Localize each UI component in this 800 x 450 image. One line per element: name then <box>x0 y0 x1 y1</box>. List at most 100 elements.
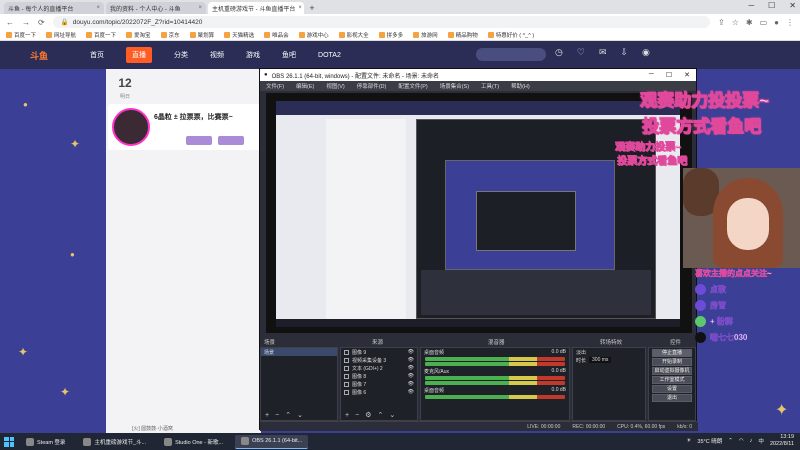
visibility-icon[interactable]: 👁 <box>408 365 417 371</box>
transition-select[interactable]: 淡出 <box>573 348 645 356</box>
card-action-button[interactable] <box>218 136 244 145</box>
duration-input[interactable]: 300 ms <box>589 357 612 363</box>
browser-tab-1[interactable]: 斗鱼 - 每个人的直播平台 × <box>4 2 104 14</box>
sidebar-icon[interactable]: ▭ <box>760 18 768 27</box>
maximize-icon[interactable]: ☐ <box>666 71 672 79</box>
up-icon[interactable]: ⌃ <box>285 411 291 419</box>
obs-control-button[interactable]: 停止直播 <box>652 349 692 357</box>
volume-icon[interactable]: ♪ <box>750 438 753 444</box>
extensions-icon[interactable]: ✱ <box>746 18 753 27</box>
weather-icon[interactable]: ☀ <box>686 438 691 444</box>
obs-control-button[interactable]: 开始录制 <box>652 358 692 366</box>
close-icon[interactable]: × <box>298 5 302 11</box>
obs-preview[interactable] <box>266 93 692 333</box>
obs-menu-item[interactable]: 视图(V) <box>326 82 344 90</box>
source-item[interactable]: 图像 8 👁 <box>341 372 417 380</box>
history-icon[interactable]: ◷ <box>555 47 563 58</box>
reload-icon[interactable]: ⟳ <box>38 18 45 27</box>
bookmark-item[interactable]: 游戏中心 <box>298 31 329 39</box>
back-icon[interactable]: ← <box>6 18 14 27</box>
nav-item[interactable]: 视频 <box>210 50 224 60</box>
bookmark-item[interactable]: 精品购物 <box>447 31 478 39</box>
maximize-icon[interactable]: ☐ <box>768 1 775 10</box>
taskbar-app[interactable]: 主机重磅游戏节_斗... <box>77 435 152 449</box>
bookmark-item[interactable]: 京东 <box>160 31 180 39</box>
remove-icon[interactable]: − <box>355 412 359 419</box>
obs-menu-item[interactable]: 工具(T) <box>481 82 499 90</box>
message-icon[interactable]: ✉ <box>599 47 607 58</box>
star-icon[interactable]: ☆ <box>732 18 739 27</box>
nav-item-active[interactable]: 直播 <box>126 47 153 63</box>
close-icon[interactable]: ✕ <box>684 71 690 79</box>
browser-tab-2[interactable]: 我的资料 - 个人中心 - 斗鱼 × <box>106 2 206 14</box>
visibility-icon[interactable]: 👁 <box>408 381 417 387</box>
visibility-icon[interactable]: 👁 <box>408 349 417 355</box>
scene-item[interactable]: 场景 <box>261 348 337 356</box>
obs-menu-item[interactable]: 场景集合(S) <box>440 82 469 90</box>
add-icon[interactable]: + <box>345 412 349 419</box>
obs-menu-item[interactable]: 配置文件(P) <box>398 82 427 90</box>
settings-icon[interactable]: ⚙ <box>365 411 371 419</box>
bookmark-item[interactable]: 百度一下 <box>86 31 116 39</box>
taskbar-app[interactable]: OBS 26.1.1 (64-bit... <box>235 434 309 449</box>
download-icon[interactable]: ⇩ <box>620 47 628 58</box>
bookmark-item[interactable]: 百度一下 <box>6 31 36 39</box>
bookmark-item[interactable]: 拼多多 <box>378 31 403 39</box>
source-item[interactable]: 视频采集设备 3 👁 <box>341 356 417 364</box>
close-icon[interactable]: × <box>198 5 202 11</box>
minimize-icon[interactable]: ─ <box>649 71 654 79</box>
bookmark-item[interactable]: 天猫精选 <box>224 31 254 39</box>
source-item[interactable]: 图像 9 👁 <box>341 348 417 356</box>
volume-slider[interactable] <box>425 381 565 385</box>
site-search-input[interactable] <box>476 48 546 61</box>
forward-icon[interactable]: → <box>22 18 30 27</box>
new-tab-button[interactable]: + <box>306 2 318 14</box>
visibility-icon[interactable]: 👁 <box>408 389 417 395</box>
follow-icon[interactable]: ♡ <box>577 47 585 58</box>
obs-control-button[interactable]: 启动虚拟摄像机 <box>652 367 692 375</box>
site-logo[interactable]: 斗鱼 <box>30 49 48 62</box>
nav-item[interactable]: 鱼吧 <box>282 50 296 60</box>
streamer-avatar[interactable] <box>112 108 150 146</box>
nav-item[interactable]: DOTA2 <box>318 52 341 59</box>
obs-menu-item[interactable]: 停靠部件(D) <box>357 82 387 90</box>
user-avatar-icon[interactable]: ◉ <box>642 47 650 58</box>
url-field[interactable]: 🔒 douyu.com/topic/2022072F_Z?rid=1041442… <box>52 16 711 28</box>
share-icon[interactable]: ⇪ <box>718 18 725 27</box>
bookmark-item[interactable]: 聚划算 <box>189 31 214 39</box>
down-icon[interactable]: ⌄ <box>297 411 303 419</box>
bookmark-item[interactable]: 爱淘宝 <box>126 31 151 39</box>
network-icon[interactable]: ◠ <box>739 438 744 444</box>
profile-icon[interactable]: ● <box>774 18 779 27</box>
up-icon[interactable]: ⌃ <box>377 411 383 419</box>
nav-item[interactable]: 游戏 <box>246 50 260 60</box>
visibility-icon[interactable]: 👁 <box>408 357 417 363</box>
input-language[interactable]: 中 <box>758 437 764 445</box>
down-icon[interactable]: ⌄ <box>389 411 395 419</box>
obs-menu-item[interactable]: 文件(F) <box>266 82 284 90</box>
close-icon[interactable]: × <box>96 5 100 11</box>
bookmark-item[interactable]: 唯品会 <box>264 31 289 39</box>
obs-menu-item[interactable]: 编辑(E) <box>296 82 314 90</box>
browser-tab-3[interactable]: 主机重磅游戏节 - 斗鱼直播平台 × <box>208 2 304 14</box>
streamer-card[interactable]: 6晶粒 ± 拉票票，比赛票~ <box>108 104 260 150</box>
windows-start-icon[interactable] <box>4 436 14 447</box>
source-item[interactable]: 图像 6 👁 <box>341 388 417 396</box>
close-icon[interactable]: ✕ <box>789 1 796 10</box>
bookmark-item[interactable]: 特惠好价 ( ^_^ ) <box>487 31 534 39</box>
nav-item[interactable]: 分类 <box>174 50 188 60</box>
minimize-icon[interactable]: ─ <box>748 1 754 10</box>
obs-control-button[interactable]: 退出 <box>652 394 692 402</box>
bookmark-item[interactable]: 旅游网 <box>413 31 438 39</box>
add-icon[interactable]: + <box>265 412 269 419</box>
nav-item[interactable]: 首页 <box>90 50 104 60</box>
source-item[interactable]: 图像 7 👁 <box>341 380 417 388</box>
bookmark-item[interactable]: 网址导航 <box>46 31 76 39</box>
taskbar-app[interactable]: Steam 登录 <box>20 435 71 449</box>
taskbar-app[interactable]: Studio One - 新歌... <box>158 435 229 449</box>
menu-icon[interactable]: ⋮ <box>786 18 794 27</box>
chevron-up-icon[interactable]: ⌃ <box>728 438 733 444</box>
remove-icon[interactable]: − <box>275 412 279 419</box>
obs-control-button[interactable]: 设置 <box>652 385 692 393</box>
system-clock[interactable]: 13:19 2022/8/11 <box>770 434 794 448</box>
